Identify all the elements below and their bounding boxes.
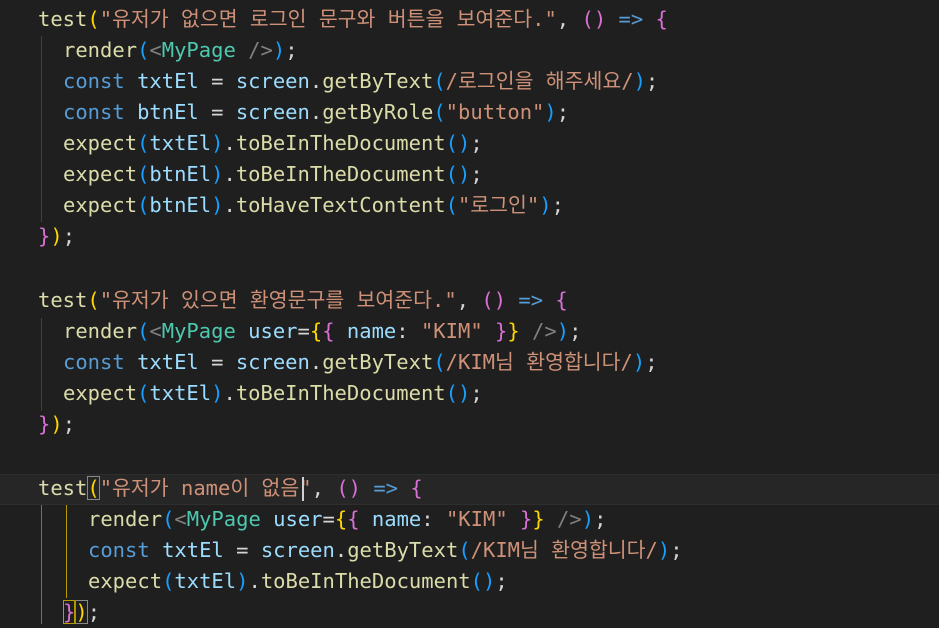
code-line[interactable]: const txtEl = screen.getByText(/KIM님 환영합… [88,535,683,566]
indent-guide [41,318,42,411]
matched-bracket: ) [75,600,88,624]
matched-bracket: ( [87,476,100,500]
code-line[interactable]: expect(txtEl).toBeInTheDocument(); [63,378,483,409]
code-line-close[interactable]: }); [38,221,75,252]
code-line-close[interactable]: }); [38,409,75,440]
matched-brace: } [63,600,76,624]
code-line[interactable]: expect(btnEl).toBeInTheDocument(); [63,159,483,190]
code-line[interactable]: expect(txtEl).toBeInTheDocument(); [63,128,483,159]
bracket-pair-guide [66,505,67,598]
code-editor[interactable]: test("유저가 없으면 로그인 문구와 버튼을 보여준다.", () => … [0,0,939,624]
code-line[interactable]: expect(btnEl).toHaveTextContent("로그인"); [63,190,564,221]
code-line-close[interactable]: }); [63,597,100,628]
indent-guide-active [41,505,42,624]
text-cursor [302,477,304,501]
code-line-test-1[interactable]: test("유저가 없으면 로그인 문구와 버튼을 보여준다.", () => … [38,4,668,35]
code-line[interactable]: const btnEl = screen.getByRole("button")… [63,97,569,128]
code-line[interactable]: const txtEl = screen.getByText(/KIM님 환영합… [63,347,658,378]
code-line[interactable]: render(<MyPage user={{ name: "KIM" }} />… [63,316,581,347]
code-line-test-2[interactable]: test("유저가 있으면 환영문구를 보여준다.", () => { [38,285,568,316]
code-line[interactable]: const txtEl = screen.getByText(/로그인을 해주세… [63,66,658,97]
code-line[interactable]: render(<MyPage user={{ name: "KIM" }} />… [88,504,606,535]
indent-guide [41,36,42,222]
code-line[interactable]: expect(txtEl).toBeInTheDocument(); [88,566,508,597]
code-line-test-3[interactable]: test("유저가 name이 없음", () => { [38,473,423,504]
code-line[interactable]: render(<MyPage />); [63,35,298,66]
